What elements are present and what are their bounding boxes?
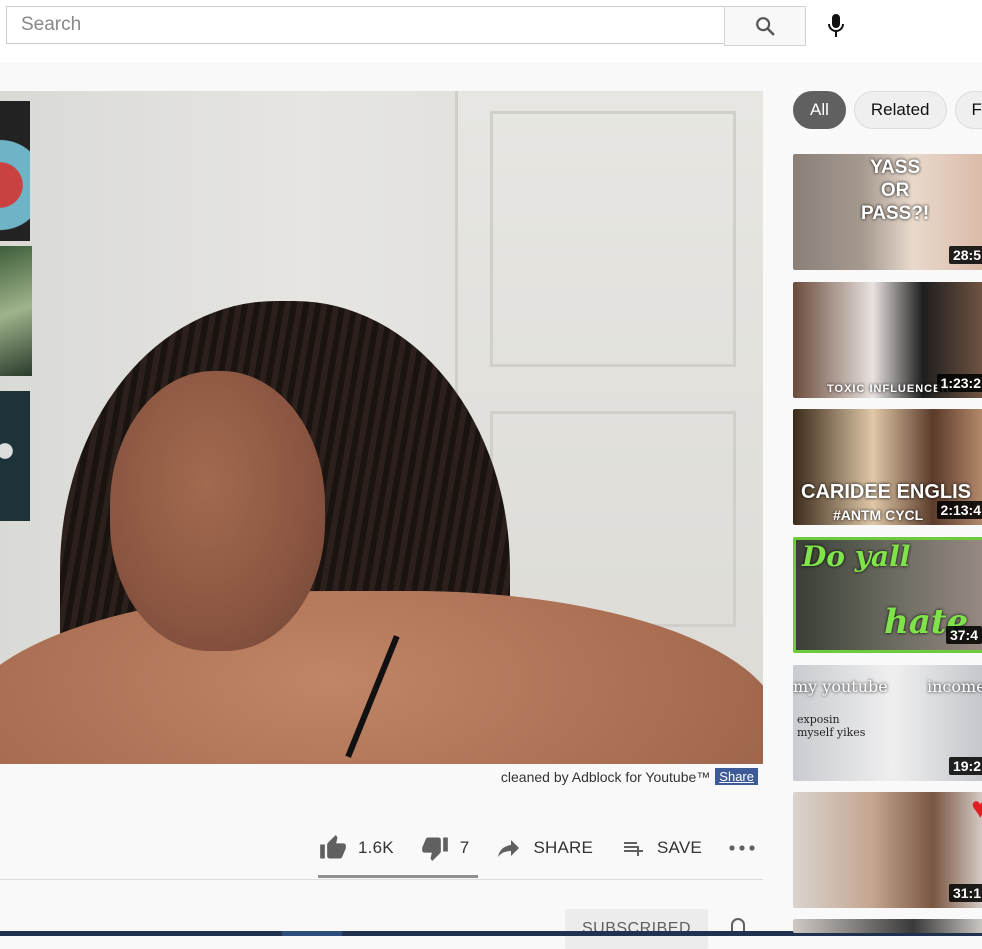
like-button[interactable]: 1.6K — [318, 834, 394, 862]
share-button[interactable]: SHARE — [495, 836, 593, 860]
video-player[interactable] — [0, 91, 763, 764]
chip-partial[interactable]: F — [954, 91, 982, 129]
related-video-thumbnail[interactable]: YASS OR PASS?! 28:5 — [793, 154, 982, 270]
save-label: SAVE — [657, 838, 702, 857]
person-face — [110, 371, 325, 651]
more-horizontal-icon — [729, 845, 755, 851]
like-ratio-bar — [318, 875, 478, 878]
video-actions: 1.6K 7 SHARE SAVE — [318, 828, 782, 868]
share-arrow-icon — [498, 840, 520, 857]
video-duration: 2:13:4 — [936, 501, 982, 519]
wall-art — [0, 101, 30, 241]
video-duration: 19:2 — [948, 757, 982, 775]
bottom-progress-segment — [282, 931, 342, 936]
related-video-thumbnail[interactable]: TOXIC INFLUENCER 1:23:2 — [793, 282, 982, 398]
search-button[interactable] — [724, 6, 806, 46]
like-count: 1.6K — [358, 838, 394, 857]
heart-emoji-icon: ♥ — [971, 792, 982, 825]
video-duration: 31:1 — [948, 884, 982, 902]
thumbnail-overlay-text: YASS OR PASS?! — [861, 157, 930, 224]
thumbs-down-icon — [421, 837, 448, 861]
more-actions-button[interactable] — [728, 843, 756, 853]
share-label: SHARE — [533, 838, 594, 857]
save-button[interactable]: SAVE — [619, 836, 702, 860]
related-video-thumbnail[interactable]: ♥ 31:1 — [793, 792, 982, 908]
related-video-thumbnail[interactable]: Do yall hate 37:4 — [793, 537, 982, 653]
thumbnail-overlay-text: Do yall — [802, 540, 911, 573]
filter-chips: All Related F — [793, 91, 982, 129]
thumbs-up-icon — [320, 835, 346, 859]
dislike-count: 7 — [459, 838, 470, 857]
chip-related[interactable]: Related — [853, 91, 947, 129]
related-video-thumbnail[interactable] — [793, 919, 982, 933]
background-door-panel — [490, 411, 736, 627]
adblock-credit: cleaned by Adblock for Youtube™ Share — [501, 768, 758, 785]
search-input[interactable] — [7, 7, 724, 43]
thumbnail-overlay-text: TOXIC INFLUENCER — [827, 383, 951, 395]
like-ratio-fill — [318, 875, 478, 878]
subscribed-button[interactable]: SUBSCRIBED — [565, 909, 708, 949]
video-duration: 1:23:2 — [936, 374, 982, 392]
search-box[interactable] — [6, 6, 724, 44]
thumbnail-overlay-text: my youtube — [793, 677, 888, 696]
mic-icon — [828, 14, 844, 37]
dislike-button[interactable]: 7 — [420, 834, 470, 862]
wall-art — [0, 246, 32, 376]
adblock-credit-text: cleaned by Adblock for Youtube™ — [500, 768, 711, 785]
wall-art — [0, 391, 30, 521]
playlist-add-icon — [624, 842, 644, 856]
voice-search-button[interactable] — [820, 8, 852, 44]
chip-all[interactable]: All — [793, 91, 846, 129]
adblock-share-link[interactable]: Share — [715, 768, 758, 785]
thumbnail-overlay-text: exposin myself yikes — [797, 713, 866, 739]
thumbnail-overlay-text: #ANTM CYCL — [833, 507, 924, 523]
search-icon — [756, 17, 775, 36]
video-duration: 37:4 — [945, 626, 982, 644]
divider — [0, 879, 763, 880]
thumbnail-overlay-text: income — [927, 677, 982, 696]
related-video-thumbnail[interactable]: my youtube income exposin myself yikes 1… — [793, 665, 982, 781]
background-door-panel — [490, 111, 736, 367]
related-video-thumbnail[interactable]: CARIDEE ENGLIS #ANTM CYCL 2:13:4 — [793, 409, 982, 525]
video-duration: 28:5 — [948, 246, 982, 264]
